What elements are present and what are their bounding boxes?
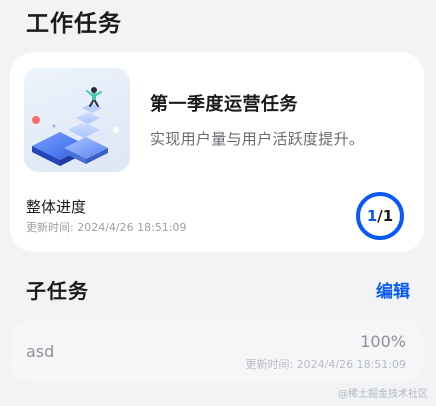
cover-illustration	[32, 87, 119, 166]
progress-done-count: 1	[366, 207, 378, 225]
page: 工作任务 第一季度运营任务 实现用户量与用户活跃度提升。 整体进度 更新时间: …	[0, 0, 436, 406]
task-card[interactable]: 第一季度运营任务 实现用户量与用户活跃度提升。 整体进度 更新时间: 2024/…	[10, 52, 424, 252]
task-description: 实现用户量与用户活跃度提升。	[150, 130, 365, 148]
page-title: 工作任务	[26, 11, 122, 37]
task-title: 第一季度运营任务	[150, 94, 298, 115]
watermark: @稀土掘金技术社区	[338, 389, 428, 400]
subtask-percent: 100%	[360, 332, 406, 351]
subtask-name: asd	[26, 342, 55, 361]
subtasks-section-title: 子任务	[26, 279, 89, 303]
progress-total-count: 1	[382, 207, 394, 225]
progress-ring-text: 1/1	[354, 190, 406, 242]
progress-updated-time: 更新时间: 2024/4/26 18:51:09	[26, 221, 187, 234]
subtask-row[interactable]: asd 100% 更新时间: 2024/4/26 18:51:09	[10, 320, 424, 382]
edit-subtasks-button[interactable]: 编辑	[376, 277, 410, 302]
progress-label: 整体进度	[26, 198, 87, 216]
subtask-updated-time: 更新时间: 2024/4/26 18:51:09	[245, 358, 406, 371]
task-cover-image	[24, 68, 130, 172]
